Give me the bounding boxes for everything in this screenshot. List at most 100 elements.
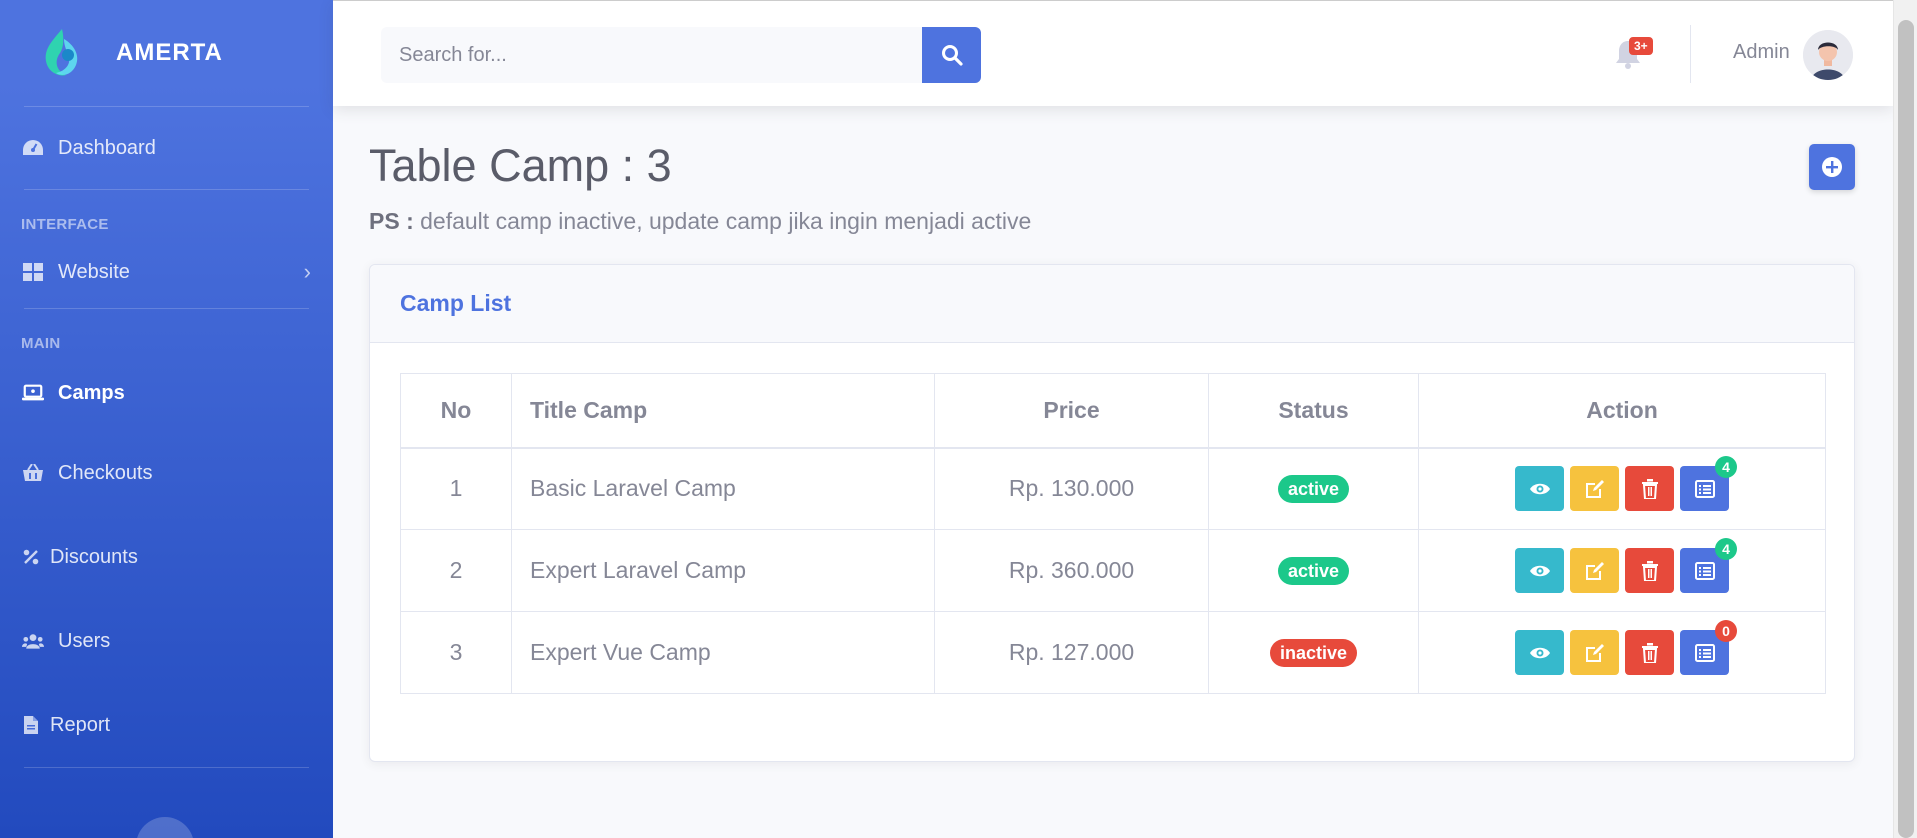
cell-no: 3 (400, 611, 512, 694)
eye-icon (1529, 483, 1550, 494)
sidebar-item-label: Website (58, 260, 130, 283)
sidebar-item-label: Camps (58, 381, 125, 404)
page-scrollbar[interactable] (1893, 0, 1917, 838)
cell-status: inactive (1208, 611, 1419, 694)
file-icon (22, 714, 40, 736)
cell-action: 0 (1418, 611, 1826, 694)
sidebar-item-label: Users (58, 629, 111, 652)
cell-action: 4 (1418, 529, 1826, 612)
count-badge: 0 (1715, 620, 1737, 642)
basket-icon (22, 462, 44, 484)
percent-icon (22, 546, 40, 568)
edit-button[interactable] (1570, 630, 1619, 675)
brand-logo-icon (45, 29, 78, 76)
topbar: 3+ Admin (333, 0, 1893, 106)
cell-no: 1 (400, 447, 512, 530)
laptop-icon (22, 382, 44, 404)
column-header-price: Price (934, 373, 1209, 449)
sidebar-item-website[interactable]: Website › (0, 236, 333, 308)
avatar[interactable] (1803, 30, 1853, 80)
list-icon (1694, 561, 1715, 580)
count-badge: 4 (1715, 538, 1737, 560)
user-name[interactable]: Admin (1733, 41, 1790, 64)
view-button[interactable] (1515, 630, 1564, 675)
search-icon (941, 45, 963, 66)
trash-icon (1641, 560, 1658, 581)
cell-title: Expert Vue Camp (511, 611, 935, 694)
column-header-action: Action (1418, 373, 1826, 449)
plus-circle-icon (1822, 157, 1842, 177)
table-row: 3 Expert Vue Camp Rp. 127.000 inactive 0 (400, 611, 1826, 694)
sidebar-item-users[interactable]: Users (0, 599, 333, 683)
sidebar-item-label: Discounts (50, 545, 138, 568)
cell-title: Expert Laravel Camp (511, 529, 935, 612)
sidebar-toggle-button[interactable] (136, 817, 194, 838)
search-input[interactable] (381, 27, 922, 83)
sidebar-divider (24, 767, 309, 768)
eye-icon (1529, 647, 1550, 658)
delete-button[interactable] (1625, 630, 1674, 675)
cell-no: 2 (400, 529, 512, 612)
list-icon (1694, 643, 1715, 662)
sidebar-heading-interface: INTERFACE (21, 216, 109, 233)
user-avatar-icon (1803, 30, 1853, 80)
sidebar-item-camps[interactable]: Camps (0, 355, 333, 431)
table-header-row: No Title Camp Price Status Action (400, 373, 1826, 449)
search-button[interactable] (922, 27, 981, 83)
sidebar-item-dashboard[interactable]: Dashboard (0, 107, 333, 189)
count-badge: 4 (1715, 456, 1737, 479)
sidebar-item-discounts[interactable]: Discounts (0, 515, 333, 599)
cell-status: active (1208, 447, 1419, 530)
search-form (381, 27, 981, 83)
camp-table: No Title Camp Price Status Action 1 Basi… (400, 373, 1826, 694)
grid-icon (22, 261, 44, 283)
status-badge: active (1277, 557, 1350, 585)
add-camp-button[interactable] (1809, 144, 1855, 190)
sidebar-item-checkouts[interactable]: Checkouts (0, 431, 333, 515)
card-title: Camp List (400, 290, 512, 316)
edit-icon (1585, 479, 1604, 498)
status-badge: active (1277, 475, 1350, 504)
users-icon (22, 630, 44, 652)
table-row: 2 Expert Laravel Camp Rp. 360.000 active… (400, 529, 1826, 612)
cell-status: active (1208, 529, 1419, 612)
brand[interactable]: AMERTA (0, 0, 333, 106)
list-button[interactable]: 0 (1680, 620, 1737, 675)
column-header-no: No (400, 373, 512, 449)
cell-price: Rp. 127.000 (934, 611, 1209, 694)
scrollbar-thumb[interactable] (1898, 20, 1914, 838)
edit-button[interactable] (1570, 466, 1619, 512)
edit-icon (1585, 643, 1604, 662)
note-label: PS : (369, 208, 414, 234)
note-text: default camp inactive, update camp jika … (413, 208, 1032, 234)
table-row: 1 Basic Laravel Camp Rp. 130.000 active … (400, 447, 1826, 530)
view-button[interactable] (1515, 466, 1564, 512)
trash-icon (1641, 478, 1658, 499)
eye-icon (1529, 565, 1550, 576)
camp-list-card: Camp List No Title Camp Price Status Act… (369, 264, 1855, 762)
page-note: PS : default camp inactive, update camp … (369, 208, 1031, 235)
view-button[interactable] (1515, 548, 1564, 593)
status-badge: inactive (1269, 639, 1358, 667)
cell-action: 4 (1418, 447, 1826, 530)
delete-button[interactable] (1625, 548, 1674, 593)
edit-button[interactable] (1570, 548, 1619, 593)
delete-button[interactable] (1625, 466, 1674, 512)
sidebar-item-label: Dashboard (58, 136, 156, 159)
list-button[interactable]: 4 (1680, 456, 1737, 512)
list-icon (1694, 479, 1715, 498)
sidebar-heading-main: MAIN (21, 335, 61, 352)
tachometer-icon (22, 137, 44, 159)
sidebar-item-label: Checkouts (58, 461, 153, 484)
cell-title: Basic Laravel Camp (511, 447, 935, 530)
trash-icon (1641, 642, 1658, 663)
sidebar: AMERTA Dashboard INTERFACE Website › MAI… (0, 0, 333, 838)
sidebar-item-label: Report (50, 713, 111, 736)
notification-badge: 3+ (1629, 37, 1653, 55)
edit-icon (1585, 561, 1604, 580)
cell-price: Rp. 360.000 (934, 529, 1209, 612)
cell-price: Rp. 130.000 (934, 447, 1209, 530)
sidebar-item-report[interactable]: Report (0, 683, 333, 767)
list-button[interactable]: 4 (1680, 538, 1737, 593)
brand-name: AMERTA (116, 39, 223, 66)
